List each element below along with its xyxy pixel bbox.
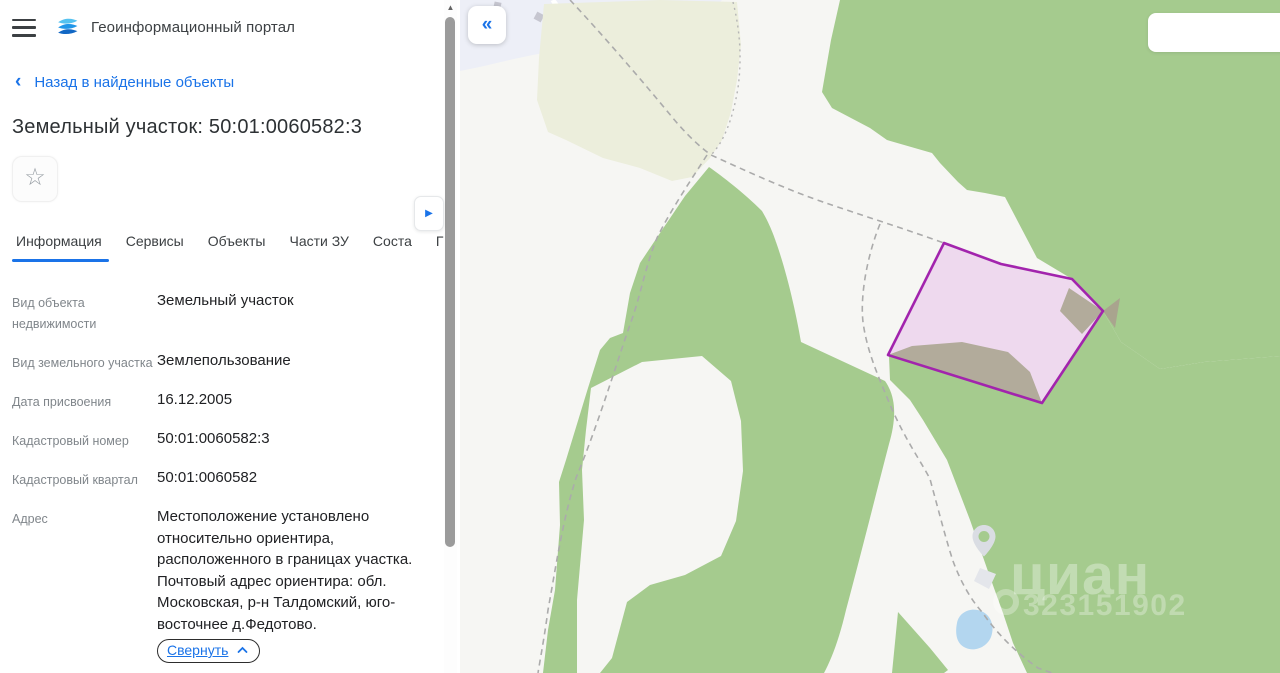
panel-header: Геоинформационный портал xyxy=(12,0,460,40)
back-chevron-icon: ‹ xyxy=(15,71,22,92)
collapse-panel-button[interactable]: « xyxy=(468,6,506,44)
watermark-number: 323151902 xyxy=(1023,589,1187,622)
tab-clipped[interactable]: Г xyxy=(436,233,444,249)
attributes-list: Вид объекта недвижимости Земельный участ… xyxy=(12,290,460,673)
tab-objects[interactable]: Объекты xyxy=(208,233,266,249)
field-row-cadastral-number: Кадастровый номер 50:01:0060582:3 xyxy=(12,430,270,448)
star-icon: ☆ xyxy=(24,164,46,191)
map-layers: циан 323151902 xyxy=(460,0,1280,673)
scrollbar-thumb[interactable] xyxy=(445,17,455,547)
map-canvas[interactable]: циан 323151902 « xyxy=(460,0,1280,673)
panel-scrollbar[interactable]: ▲ xyxy=(444,0,457,673)
active-tab-underline xyxy=(12,259,109,262)
collapse-address-button[interactable]: Свернуть xyxy=(157,639,261,663)
app-title: Геоинформационный портал xyxy=(91,19,296,36)
portal-logo-icon xyxy=(58,18,78,35)
geo-portal-app: Геоинформационный портал ‹ Назад в найде… xyxy=(0,0,1280,673)
tab-parcel-parts[interactable]: Части ЗУ xyxy=(289,233,348,249)
chevron-up-icon xyxy=(238,646,248,653)
field-row-parcel-kind: Вид земельного участка Землепользование xyxy=(12,352,291,370)
field-row-object-kind: Вид объекта недвижимости Земельный участ… xyxy=(12,292,294,331)
tab-composition[interactable]: Соста xyxy=(373,233,412,249)
back-link[interactable]: ‹ Назад в найденные объекты xyxy=(12,72,460,93)
field-row-address: Адрес Местоположение установлено относит… xyxy=(12,506,460,663)
field-row-cadastral-block: Кадастровый квартал 50:01:0060582 xyxy=(12,469,258,487)
tabs-overflow-button[interactable]: ▶ xyxy=(414,196,444,231)
field-row-assign-date: Дата присвоения 16.12.2005 xyxy=(12,391,233,409)
tab-services[interactable]: Сервисы xyxy=(126,233,184,249)
tab-bar: Информация Сервисы Объекты Части ЗУ Сост… xyxy=(12,227,464,262)
map-search-box[interactable] xyxy=(1148,13,1280,52)
page-title: Земельный участок: 50:01:0060582:3 xyxy=(12,116,363,138)
address-value: Местоположение установлено относительно … xyxy=(157,508,413,633)
scrollbar-up-icon[interactable]: ▲ xyxy=(444,3,457,12)
menu-icon[interactable] xyxy=(12,18,36,37)
favorite-button[interactable]: ☆ xyxy=(12,156,58,202)
object-info-panel: Геоинформационный портал ‹ Назад в найде… xyxy=(0,0,460,673)
tab-information[interactable]: Информация xyxy=(16,233,102,249)
